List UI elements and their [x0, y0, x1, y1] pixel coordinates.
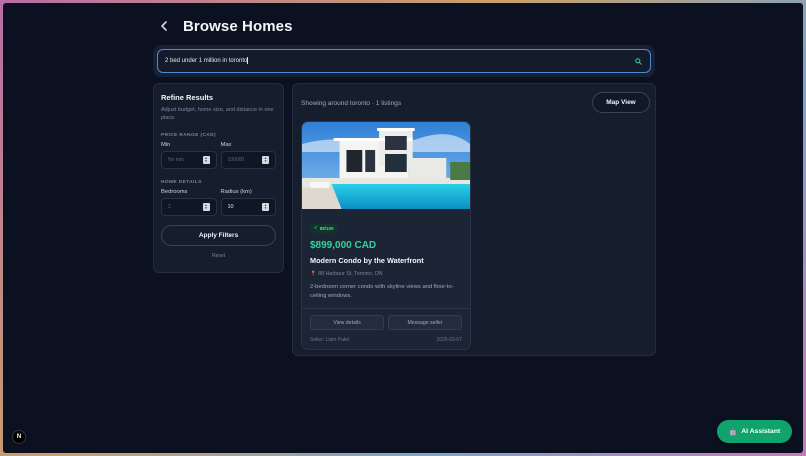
app-window: Browse Homes 2 bed under 1 million in to…	[3, 3, 803, 453]
search-icon[interactable]	[634, 57, 643, 66]
home-details-heading: HOME DETAILS	[161, 180, 202, 185]
max-price-stepper[interactable]: ▲ ▼	[262, 156, 269, 164]
address-text: 88 Harbour St, Toronto, ON	[318, 271, 383, 277]
search-input-value[interactable]: 2 bed under 1 million in toronto	[165, 57, 634, 65]
location-pin-icon: 📍	[310, 271, 317, 277]
filters-description: Adjust budget, home size, and distance i…	[161, 107, 274, 121]
max-price-placeholder: 100000	[227, 157, 245, 163]
ai-assistant-button[interactable]: 🤖 AI Assistant	[717, 420, 792, 443]
price-range-heading: PRICE RANGE (CAD)	[161, 133, 217, 138]
bedrooms-input[interactable]: 2 ▲ ▼	[161, 198, 217, 216]
radius-stepper[interactable]: ▲ ▼	[262, 203, 269, 211]
view-details-button[interactable]: View details	[310, 315, 384, 330]
listing-title[interactable]: Modern Condo by the Waterfront	[310, 256, 462, 265]
radius-input[interactable]: 10 ▲ ▼	[220, 198, 276, 216]
seller-name: Seller: Liam Patel	[310, 337, 350, 343]
reset-link[interactable]: Reset	[161, 253, 276, 259]
page-title: Browse Homes	[183, 17, 293, 35]
search-container: 2 bed under 1 million in toronto	[153, 45, 655, 77]
ai-assistant-label: AI Assistant	[741, 428, 781, 435]
listing-card[interactable]: ✓ 88/100 $899,000 CAD Modern Condo by th…	[301, 121, 471, 350]
max-price-input[interactable]: 100000 ▲ ▼	[220, 151, 276, 169]
min-price-input[interactable]: No min ▲ ▼	[161, 151, 217, 169]
map-view-button[interactable]: Map View	[592, 92, 650, 113]
dev-tools-badge[interactable]: N	[12, 430, 26, 444]
min-price-label: Min	[161, 142, 171, 148]
min-price-stepper[interactable]: ▲ ▼	[202, 156, 210, 164]
apply-filters-button[interactable]: Apply Filters	[161, 225, 276, 246]
max-price-label: Max	[220, 142, 232, 148]
chevron-left-icon[interactable]	[155, 17, 173, 35]
page-header: Browse Homes	[155, 17, 293, 35]
message-seller-button[interactable]: Message seller	[388, 315, 462, 330]
listing-address: 📍 88 Harbour St, Toronto, ON	[310, 271, 462, 277]
radius-label: Radius (km)	[220, 189, 252, 195]
score-badge: ✓ 88/100	[310, 223, 338, 233]
min-price-placeholder: No min	[168, 157, 184, 163]
listing-photo[interactable]	[302, 122, 470, 209]
search-input[interactable]: 2 bed under 1 million in toronto	[157, 49, 651, 73]
results-summary: Showing around toronto · 1 listings	[301, 100, 402, 107]
listing-price: $899,000 CAD	[310, 240, 377, 251]
results-panel: Showing around toronto · 1 listings Map …	[292, 83, 656, 356]
filters-panel: Refine Results Adjust budget, home size,…	[153, 83, 284, 273]
check-icon: ✓	[314, 225, 318, 230]
card-divider	[302, 308, 470, 309]
listing-description: 2-bedroom corner condo with skyline view…	[310, 284, 454, 299]
bedrooms-label: Bedrooms	[161, 189, 188, 195]
robot-icon: 🤖	[728, 428, 738, 436]
score-value: 88/100	[319, 225, 334, 231]
radius-value: 10	[227, 204, 234, 210]
bedrooms-stepper[interactable]: ▲ ▼	[202, 203, 210, 211]
listing-date: 2026-03-07	[436, 337, 462, 343]
filters-title: Refine Results	[161, 93, 214, 102]
bedrooms-placeholder: 2	[168, 204, 171, 210]
